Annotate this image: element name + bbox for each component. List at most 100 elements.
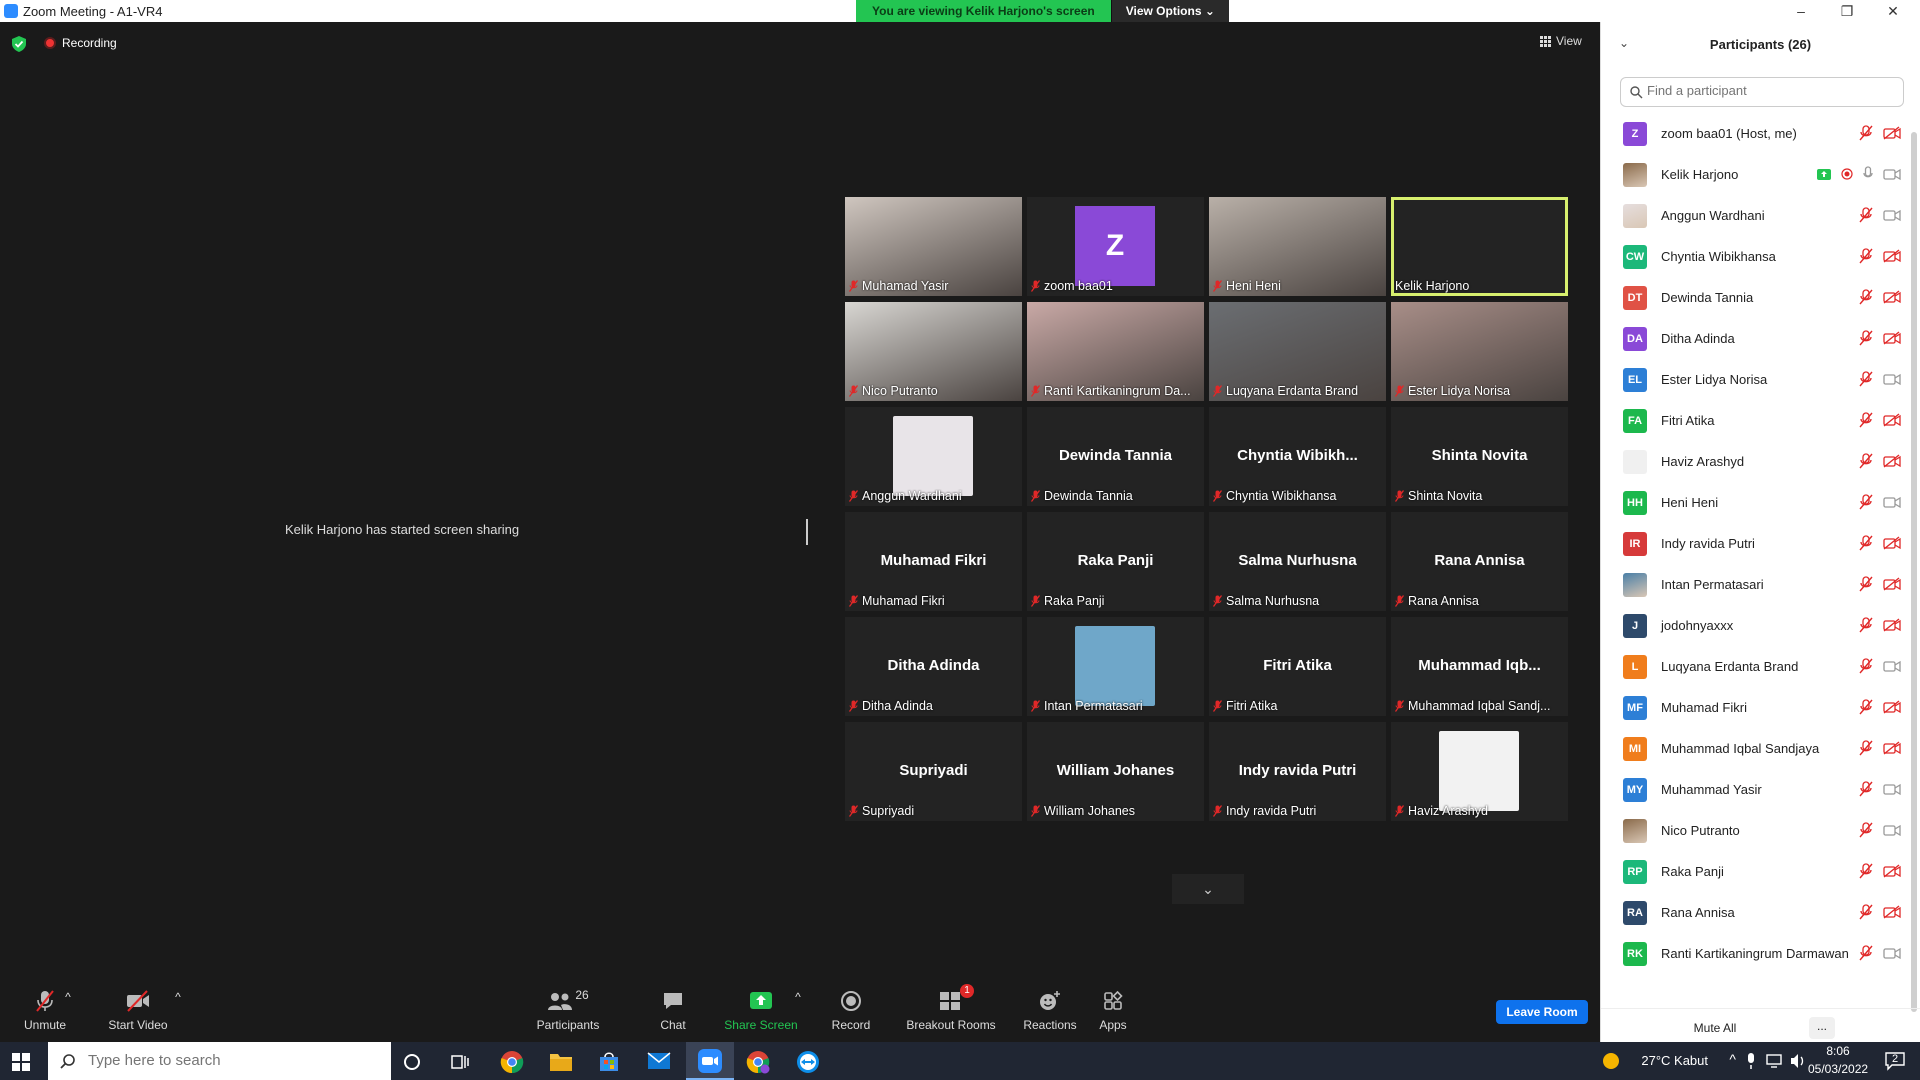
video-tile[interactable]: Ranti Kartikaningrum Da... — [1027, 302, 1204, 401]
video-tile[interactable]: Nico Putranto — [845, 302, 1022, 401]
chrome-icon[interactable] — [500, 1050, 524, 1074]
volume-icon[interactable] — [1790, 1053, 1806, 1069]
video-tile[interactable]: Indy ravida Putri Indy ravida Putri — [1209, 722, 1386, 821]
participant-row[interactable]: L Luqyana Erdanta Brand — [1601, 646, 1909, 687]
more-options-button[interactable]: ... — [1809, 1017, 1835, 1039]
file-explorer-icon[interactable] — [549, 1051, 573, 1073]
muted-mic-icon — [849, 805, 858, 817]
participant-row[interactable]: RP Raka Panji — [1601, 851, 1909, 892]
gallery-grid: Muhamad Yasir Zzoom baa01 Heni Heni Kelik H… — [845, 197, 1568, 821]
video-tile[interactable]: Supriyadi Supriyadi — [845, 722, 1022, 821]
video-tile[interactable]: Heni Heni — [1209, 197, 1386, 296]
video-options-caret[interactable]: ^ — [168, 990, 188, 1004]
participant-row[interactable]: CW Chyntia Wibikhansa — [1601, 236, 1909, 277]
maximize-button[interactable]: ❐ — [1824, 0, 1870, 22]
video-tile[interactable]: Rana Annisa Rana Annisa — [1391, 512, 1568, 611]
participant-row[interactable]: IR Indy ravida Putri — [1601, 523, 1909, 564]
participants-button[interactable]: 26 Participants — [523, 988, 613, 1032]
participant-row[interactable]: RA Rana Annisa — [1601, 892, 1909, 933]
video-tile[interactable]: Ester Lidya Norisa — [1391, 302, 1568, 401]
weather-text[interactable]: 27°C Kabut — [1641, 1053, 1708, 1068]
participant-row[interactable]: Kelik Harjono — [1601, 154, 1909, 195]
video-tile[interactable]: Dewinda Tannia Dewinda Tannia — [1027, 407, 1204, 506]
network-icon[interactable] — [1766, 1054, 1782, 1068]
mute-all-button[interactable]: Mute All — [1677, 1017, 1753, 1039]
chrome-profile-icon[interactable] — [746, 1050, 770, 1074]
cortana-icon[interactable] — [403, 1053, 421, 1071]
video-tile[interactable]: Salma Nurhusna Salma Nurhusna — [1209, 512, 1386, 611]
video-tile[interactable]: Haviz Arashyd — [1391, 722, 1568, 821]
video-tile[interactable]: Muhamad Fikri Muhamad Fikri — [845, 512, 1022, 611]
minimize-button[interactable]: – — [1778, 0, 1824, 22]
video-tile[interactable]: Muhammad Iqb... Muhammad Iqbal Sandj... — [1391, 617, 1568, 716]
participant-row[interactable]: FA Fitri Atika — [1601, 400, 1909, 441]
participant-avatar — [1623, 449, 1647, 474]
muted-mic-icon — [849, 490, 858, 502]
find-participant-input[interactable] — [1647, 83, 1897, 98]
record-button[interactable]: Record — [806, 988, 896, 1032]
participants-scrollbar[interactable] — [1911, 132, 1917, 1012]
video-tile[interactable]: Chyntia Wibikh... Chyntia Wibikhansa — [1209, 407, 1386, 506]
participant-row[interactable]: DT Dewinda Tannia — [1601, 277, 1909, 318]
taskbar-search-box[interactable] — [48, 1042, 391, 1080]
close-button[interactable]: ✕ — [1870, 0, 1916, 22]
video-tile[interactable]: Intan Permatasari — [1027, 617, 1204, 716]
video-tile[interactable]: Zzoom baa01 — [1027, 197, 1204, 296]
clock-date[interactable]: 05/03/2022 — [1808, 1062, 1868, 1076]
microphone-icon[interactable] — [1746, 1053, 1756, 1069]
participant-status-icons — [1859, 494, 1901, 510]
chat-button[interactable]: Chat — [628, 988, 718, 1032]
participant-name: Ditha Adinda — [1661, 331, 1735, 346]
gallery-scroll-down-button[interactable]: ⌄ — [1172, 874, 1244, 904]
participant-row[interactable]: J jodohnyaxxx — [1601, 605, 1909, 646]
teamviewer-icon[interactable] — [796, 1050, 820, 1074]
split-divider-handle[interactable] — [806, 519, 808, 545]
view-options-button[interactable]: View Options ⌄ — [1110, 0, 1229, 22]
video-tile[interactable]: Kelik Harjono — [1391, 197, 1568, 296]
participant-row[interactable]: RK Ranti Kartikaningrum Darmawan — [1601, 933, 1909, 974]
participant-row[interactable]: MF Muhamad Fikri — [1601, 687, 1909, 728]
participant-row[interactable]: MY Muhammad Yasir — [1601, 769, 1909, 810]
participant-row[interactable]: EL Ester Lidya Norisa — [1601, 359, 1909, 400]
audio-options-caret[interactable]: ^ — [58, 990, 78, 1004]
video-tile[interactable]: Shinta Novita Shinta Novita — [1391, 407, 1568, 506]
video-tile[interactable]: Anggun Wardhani — [845, 407, 1022, 506]
muted-mic-icon — [1859, 412, 1873, 428]
recording-indicator[interactable]: Recording — [44, 36, 117, 50]
clock-time[interactable]: 8:06 — [1808, 1044, 1868, 1058]
video-tile[interactable]: Fitri Atika Fitri Atika — [1209, 617, 1386, 716]
tray-expand-icon[interactable]: ^ — [1729, 1051, 1736, 1067]
participants-icon — [548, 993, 573, 1010]
apps-button[interactable]: Apps — [1068, 988, 1158, 1032]
video-tile[interactable]: Raka Panji Raka Panji — [1027, 512, 1204, 611]
participant-row[interactable]: Haviz Arashyd — [1601, 441, 1909, 482]
video-tile[interactable]: William Johanes William Johanes — [1027, 722, 1204, 821]
participant-row[interactable]: DA Ditha Adinda — [1601, 318, 1909, 359]
participant-row[interactable]: Intan Permatasari — [1601, 564, 1909, 605]
task-view-icon[interactable] — [451, 1053, 469, 1071]
view-button[interactable]: View — [1540, 34, 1582, 48]
video-tile[interactable]: Luqyana Erdanta Brand — [1209, 302, 1386, 401]
windows-start-icon[interactable] — [12, 1053, 30, 1071]
participant-row[interactable]: Z zoom baa01 (Host, me) — [1601, 113, 1909, 154]
participant-row[interactable]: Nico Putranto — [1601, 810, 1909, 851]
share-options-caret[interactable]: ^ — [788, 990, 808, 1004]
leave-room-button[interactable]: Leave Room — [1496, 1000, 1588, 1024]
video-tile[interactable]: Ditha Adinda Ditha Adinda — [845, 617, 1022, 716]
participant-row[interactable]: Anggun Wardhani — [1601, 195, 1909, 236]
shield-check-icon[interactable] — [12, 36, 26, 52]
participant-row[interactable]: MI Muhammad Iqbal Sandjaya — [1601, 728, 1909, 769]
participant-status-icons — [1859, 207, 1901, 223]
find-participant-field[interactable] — [1620, 77, 1904, 107]
breakout-rooms-button[interactable]: 1 Breakout Rooms — [896, 984, 1006, 1032]
taskbar-search-input[interactable] — [88, 1052, 368, 1069]
mail-icon[interactable] — [647, 1052, 671, 1070]
participant-row[interactable]: HH Heni Heni — [1601, 482, 1909, 523]
video-tile[interactable]: Muhamad Yasir — [845, 197, 1022, 296]
participant-display-name: Ditha Adinda — [887, 657, 980, 674]
zoom-taskbar-button[interactable] — [686, 1042, 734, 1080]
muted-mic-icon — [36, 990, 54, 1012]
store-icon[interactable] — [598, 1051, 620, 1073]
participant-name: Supriyadi — [862, 804, 915, 818]
participant-name: Ester Lidya Norisa — [1661, 372, 1768, 387]
